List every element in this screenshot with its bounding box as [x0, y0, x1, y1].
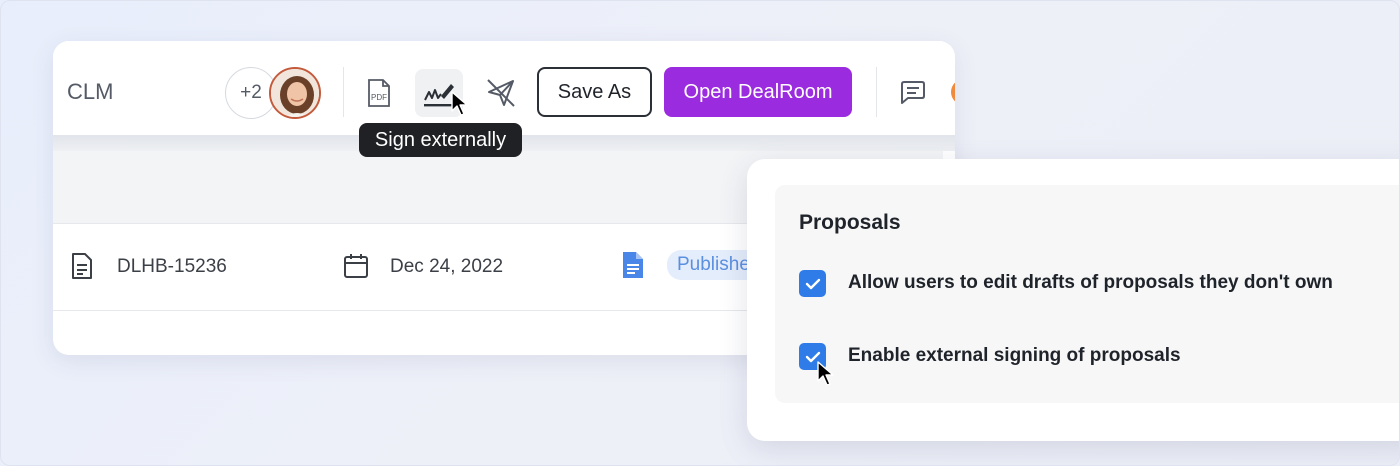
send-off-icon [487, 79, 515, 107]
external-signing-label: Enable external signing of proposals [848, 345, 1181, 366]
mouse-cursor-icon [451, 91, 468, 116]
comment-icon [901, 81, 925, 104]
edit-drafts-checkbox[interactable] [799, 270, 826, 297]
document-id: DLHB-15236 [117, 256, 227, 277]
calendar-icon [344, 254, 368, 278]
mouse-cursor-icon [817, 361, 834, 386]
check-icon [805, 278, 820, 289]
edit-drafts-label: Allow users to edit drafts of proposals … [848, 272, 1333, 293]
app-title: CLM [67, 79, 114, 104]
document-icon [72, 253, 92, 279]
open-dealroom-button[interactable]: Open DealRoom [664, 67, 852, 117]
user-avatar-partial[interactable] [951, 79, 955, 105]
toolbar: CLM +2 PDF Save As Open DealRoom [53, 41, 955, 135]
save-as-button[interactable]: Save As [537, 67, 652, 117]
screenshot-stage: CLM +2 PDF Save As Open DealRoom DLHB-15… [0, 0, 1400, 466]
google-doc-icon [623, 252, 643, 278]
status-badge: Publishe [667, 250, 760, 280]
send-disabled-button[interactable] [477, 69, 525, 117]
document-date: Dec 24, 2022 [390, 256, 504, 277]
toolbar-divider [343, 67, 344, 117]
pdf-export-button[interactable]: PDF [355, 69, 403, 117]
sign-externally-tooltip: Sign externally [359, 123, 522, 157]
proposals-settings-panel: Proposals Allow users to edit drafts of … [747, 159, 1399, 441]
comments-button[interactable] [889, 69, 937, 117]
avatar[interactable] [269, 67, 321, 119]
section-title: Proposals [799, 211, 901, 234]
toolbar-divider-2 [876, 67, 877, 117]
pdf-icon: PDF [368, 79, 390, 107]
proposals-settings-section: Proposals Allow users to edit drafts of … [775, 185, 1399, 403]
svg-text:PDF: PDF [371, 93, 387, 102]
